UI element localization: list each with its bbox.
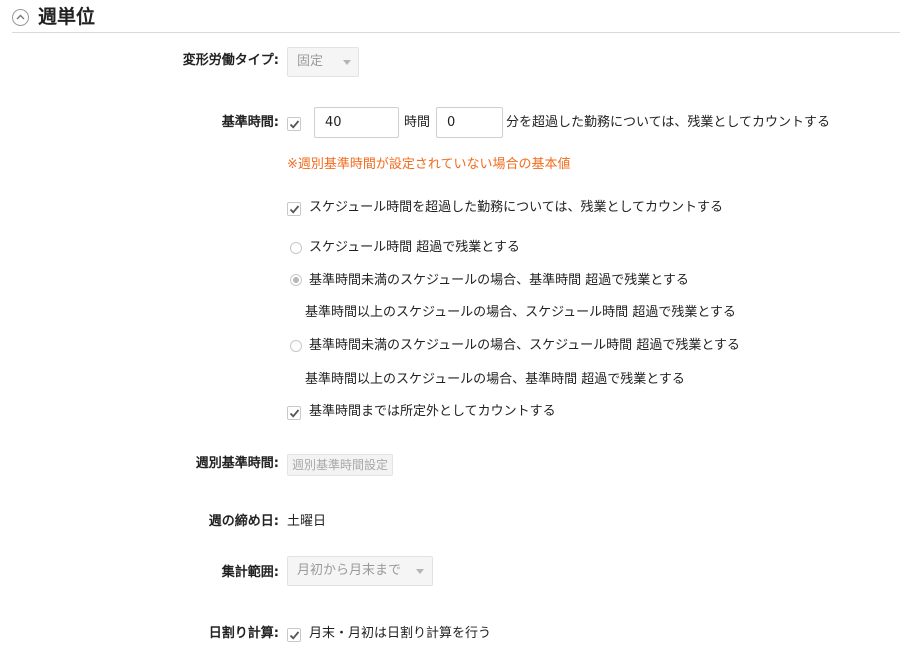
standard-minutes-input[interactable]: 0	[436, 107, 503, 138]
daily-proration-checkbox[interactable]	[287, 628, 301, 642]
outside-prescribed-checkbox[interactable]	[287, 406, 301, 420]
radio-option-2-line2: 基準時間以上のスケジュールの場合、スケジュール時間 超過で残業とする	[305, 305, 736, 320]
outside-prescribed-label: 基準時間までは所定外としてカウントする	[309, 404, 556, 419]
weekly-standard-time-button[interactable]: 週別基準時間設定	[287, 454, 394, 476]
week-closing-day-label: 週の締め日:	[208, 514, 279, 529]
radio-option-3-line2: 基準時間以上のスケジュールの場合、基準時間 超過で残業とする	[305, 372, 685, 387]
standard-time-note: ※週別基準時間が設定されていない場合の基本値	[287, 157, 571, 172]
standard-time-suffix: 分を超過した勤務については、残業としてカウントする	[506, 115, 830, 130]
schedule-overtime-label: スケジュール時間を超過した勤務については、残業としてカウントする	[309, 200, 724, 215]
aggregation-range-select[interactable]: 月初から月末まで	[287, 556, 433, 586]
radio-option-3-line1: 基準時間未満のスケジュールの場合、スケジュール時間 超過で残業とする	[309, 338, 740, 353]
variable-labor-type-label: 変形労働タイプ:	[182, 53, 279, 68]
standard-time-label: 基準時間:	[221, 115, 279, 130]
week-closing-day-value: 土曜日	[287, 514, 327, 529]
variable-labor-type-value: 固定	[297, 54, 324, 69]
weekly-standard-time-label: 週別基準時間:	[195, 456, 279, 471]
hours-unit-label: 時間	[404, 115, 431, 130]
daily-proration-label: 日割り計算:	[208, 626, 279, 641]
standard-hours-input[interactable]: 40	[314, 107, 399, 138]
section-header: 週単位	[12, 6, 900, 33]
daily-proration-checkbox-label: 月末・月初は日割り計算を行う	[309, 626, 492, 641]
radio-option-1-label: スケジュール時間 超過で残業とする	[309, 240, 520, 255]
dropdown-arrow-icon	[416, 569, 424, 574]
aggregation-range-value: 月初から月末まで	[297, 563, 402, 578]
radio-option-2-line1: 基準時間未満のスケジュールの場合、基準時間 超過で残業とする	[309, 273, 689, 288]
dropdown-arrow-icon	[343, 60, 351, 65]
radio-schedule-time[interactable]	[290, 242, 302, 254]
schedule-overtime-checkbox[interactable]	[287, 202, 301, 216]
standard-time-checkbox[interactable]	[287, 117, 301, 131]
aggregation-range-label: 集計範囲:	[221, 565, 279, 580]
radio-schedule-then-standard[interactable]	[290, 340, 302, 352]
variable-labor-type-select[interactable]: 固定	[287, 47, 359, 77]
radio-standard-then-schedule[interactable]	[290, 274, 302, 286]
section-title: 週単位	[38, 6, 96, 28]
chevron-up-icon[interactable]	[12, 9, 29, 26]
